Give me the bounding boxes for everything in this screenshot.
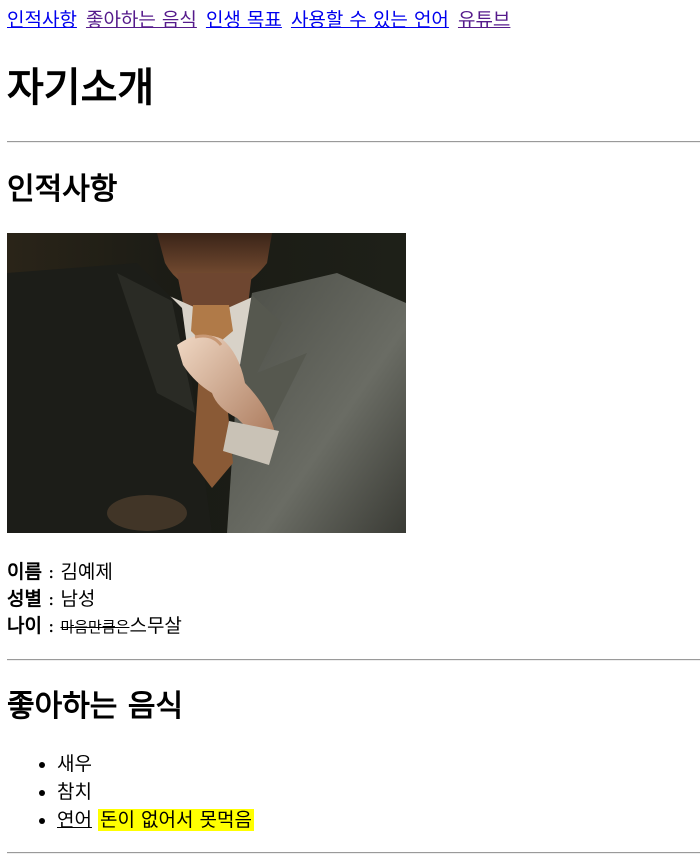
nav-link-profile[interactable]: 인적사항	[7, 9, 77, 31]
nav-link-youtube[interactable]: 유튜브	[458, 9, 510, 31]
top-navigation: 인적사항 좋아하는 음식 인생 목표 사용할 수 있는 언어 유튜브	[7, 7, 513, 33]
age-label: 나이	[7, 615, 42, 637]
gender-label: 성별	[7, 588, 42, 610]
page-title: 자기소개	[7, 65, 155, 111]
favorite-food-list: 새우 참치 연어 돈이 없어서 못먹음	[7, 750, 254, 834]
list-item: 연어 돈이 없어서 못먹음	[57, 806, 254, 834]
nav-link-favorite-food[interactable]: 좋아하는 음식	[86, 9, 197, 31]
age-struck-text: 마음만큼은	[60, 618, 130, 636]
profile-heading: 인적사항	[7, 172, 118, 207]
favorite-food-heading: 좋아하는 음식	[7, 689, 184, 724]
nav-link-life-goals[interactable]: 인생 목표	[206, 9, 282, 31]
list-item: 새우	[57, 750, 254, 778]
profile-photo	[7, 233, 406, 533]
gender-row: 성별 : 남성	[7, 586, 182, 613]
divider	[7, 141, 700, 143]
food-link-salmon[interactable]: 연어	[57, 809, 92, 831]
name-row: 이름 : 김예제	[7, 559, 182, 586]
gender-value: 남성	[60, 588, 96, 610]
divider	[7, 659, 700, 661]
profile-info: 이름 : 김예제 성별 : 남성 나이 : 마음만큼은스무살	[7, 559, 182, 641]
nav-link-languages[interactable]: 사용할 수 있는 언어	[291, 9, 449, 31]
name-label: 이름	[7, 561, 42, 583]
man-in-suit-image	[7, 233, 406, 533]
divider	[7, 852, 700, 854]
separator: :	[41, 588, 61, 610]
age-row: 나이 : 마음만큼은스무살	[7, 613, 182, 641]
name-value: 김예제	[60, 561, 113, 583]
separator: :	[41, 615, 61, 637]
food-name: 참치	[57, 781, 92, 803]
age-value: 스무살	[129, 615, 182, 637]
separator: :	[41, 561, 61, 583]
highlighted-note: 돈이 없어서 못먹음	[98, 809, 254, 831]
food-name: 새우	[57, 753, 92, 775]
list-item: 참치	[57, 778, 254, 806]
